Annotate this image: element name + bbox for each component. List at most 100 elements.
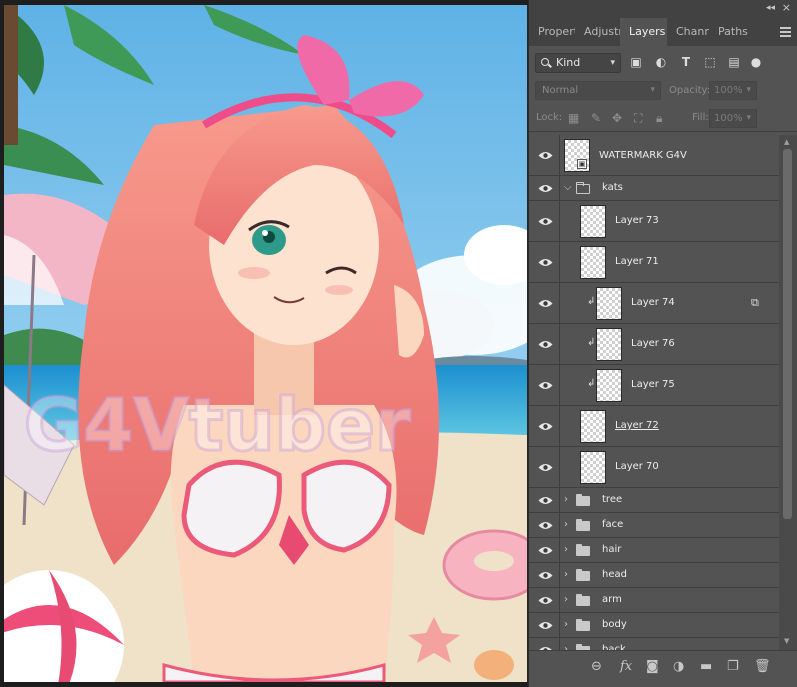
tab-paths[interactable]: Paths	[709, 18, 749, 46]
visibility-divider	[559, 613, 560, 637]
visibility-eye-icon[interactable]	[538, 340, 553, 349]
layer-name: Layer 72	[615, 420, 659, 431]
fill-value: 100%	[714, 113, 743, 124]
document-canvas[interactable]: G4Vtuber	[4, 5, 527, 682]
tab-properties[interactable]: Propert	[529, 18, 575, 46]
close-panel-icon[interactable]: ×	[782, 2, 791, 14]
chevron-right-icon[interactable]: ›	[564, 544, 568, 555]
visibility-eye-icon[interactable]	[538, 217, 553, 226]
tab-channels[interactable]: Channe	[667, 18, 709, 46]
layer-style-icon[interactable]: fx	[620, 660, 632, 674]
scroll-thumb[interactable]	[783, 149, 792, 519]
visibility-eye-icon[interactable]	[538, 496, 553, 505]
lock-image-pixels-icon[interactable]: ✎	[591, 111, 601, 125]
visibility-divider	[559, 638, 560, 650]
layer-row[interactable]: › head	[529, 563, 779, 588]
layer-name: Layer 73	[615, 215, 659, 226]
artwork: G4Vtuber	[4, 5, 527, 682]
visibility-eye-icon[interactable]	[538, 546, 553, 555]
layer-row[interactable]: ↲ Layer 75	[529, 365, 779, 406]
visibility-eye-icon[interactable]	[538, 422, 553, 431]
layer-row[interactable]: › face	[529, 513, 779, 538]
tab-adjustments[interactable]: Adjustn	[575, 18, 620, 46]
opacity-label: Opacity:	[669, 85, 711, 96]
layer-row[interactable]: › hair	[529, 538, 779, 563]
opacity-input[interactable]: 100% ▾	[709, 81, 757, 100]
blend-mode-select[interactable]: Normal ▾	[535, 81, 661, 100]
filter-kind-label: Kind	[556, 56, 581, 69]
visibility-divider	[559, 135, 560, 175]
layer-row[interactable]: ▣ WATERMARK G4V	[529, 135, 779, 176]
folder-icon	[576, 569, 590, 581]
shape-filter-icon[interactable]: ⬚	[703, 55, 717, 69]
tab-layers[interactable]: Layers	[620, 18, 667, 46]
layer-row[interactable]: › body	[529, 613, 779, 638]
link-layers-icon[interactable]: ⊖	[591, 660, 602, 674]
visibility-eye-icon[interactable]	[538, 521, 553, 530]
layer-row[interactable]: ⌵ kats	[529, 176, 779, 201]
layer-row[interactable]: ↲ ⧉ Layer 74	[529, 283, 779, 324]
filter-toggle-icon[interactable]: ●	[749, 55, 763, 69]
layer-thumbnail	[580, 451, 606, 484]
folder-icon	[576, 519, 590, 531]
chevron-down-icon: ▾	[746, 85, 751, 95]
type-filter-icon[interactable]: T	[679, 55, 693, 69]
chevron-right-icon[interactable]: ›	[564, 519, 568, 530]
visibility-eye-icon[interactable]	[538, 621, 553, 630]
layer-row[interactable]: Layer 73	[529, 201, 779, 242]
visibility-eye-icon[interactable]	[538, 184, 553, 193]
layer-row[interactable]: ↲ Layer 76	[529, 324, 779, 365]
lock-transparent-pixels-icon[interactable]: ▦	[568, 111, 579, 125]
folder-icon	[576, 619, 590, 631]
layer-row[interactable]: › back	[529, 638, 779, 650]
chevron-right-icon[interactable]: ›	[564, 619, 568, 630]
collapse-panel-icon[interactable]: ◂◂	[766, 3, 775, 13]
clipping-arrow-icon: ↲	[587, 337, 596, 348]
layer-row[interactable]: Layer 70	[529, 447, 779, 488]
visibility-eye-icon[interactable]	[538, 381, 553, 390]
visibility-eye-icon[interactable]	[538, 299, 553, 308]
layer-name: tree	[602, 494, 623, 505]
adjustment-filter-icon[interactable]: ◐	[654, 55, 668, 69]
visibility-eye-icon[interactable]	[538, 151, 553, 160]
panel-menu-icon[interactable]	[780, 27, 791, 37]
new-group-icon[interactable]: ▬	[700, 660, 712, 674]
smart-object-filter-icon[interactable]: ▤	[727, 55, 741, 69]
lock-position-icon[interactable]: ✥	[612, 111, 622, 125]
layer-name: body	[602, 619, 627, 630]
lock-artboard-icon[interactable]: ⛶	[634, 111, 642, 125]
lock-row: Lock: ▦ ✎ ✥ ⛶ 🔒︎ Fill: 100% ▾	[529, 104, 797, 132]
pixel-filter-icon[interactable]: ▣	[629, 55, 643, 69]
visibility-eye-icon[interactable]	[538, 258, 553, 267]
layer-row[interactable]: › tree	[529, 488, 779, 513]
add-mask-icon[interactable]: ◙	[646, 660, 659, 674]
layer-list[interactable]: ▣ WATERMARK G4V ⌵ kats Layer 73 Layer 71 ↲ ⧉ Lay…	[529, 135, 779, 650]
delete-layer-icon[interactable]: 🗑︎	[754, 660, 771, 674]
scroll-down-icon[interactable]: ▼	[784, 637, 789, 645]
chevron-right-icon[interactable]: ›	[564, 494, 568, 505]
chevron-right-icon[interactable]: ›	[564, 594, 568, 605]
layer-list-scrollbar[interactable]: ▲ ▼	[779, 135, 797, 650]
layer-thumbnail	[580, 246, 606, 279]
chevron-right-icon[interactable]: ›	[564, 569, 568, 580]
visibility-eye-icon[interactable]	[538, 571, 553, 580]
visibility-divider	[559, 513, 560, 537]
layer-row[interactable]: Layer 71	[529, 242, 779, 283]
layer-row[interactable]: › arm	[529, 588, 779, 613]
adjustment-layer-icon[interactable]: ◑	[673, 660, 684, 674]
visibility-divider	[559, 563, 560, 587]
visibility-eye-icon[interactable]	[538, 463, 553, 472]
layer-effects-badge-icon[interactable]: ⧉	[751, 296, 759, 310]
layer-name: face	[602, 519, 624, 530]
chevron-down-icon: ▾	[610, 58, 615, 68]
filter-kind-select[interactable]: Kind ▾	[535, 53, 621, 73]
new-layer-icon[interactable]: ❐	[727, 660, 739, 674]
scroll-up-icon[interactable]: ▲	[784, 138, 789, 146]
layer-thumbnail	[580, 205, 606, 238]
visibility-eye-icon[interactable]	[538, 596, 553, 605]
lock-all-icon[interactable]: 🔒︎	[656, 111, 662, 125]
fill-input[interactable]: 100% ▾	[709, 109, 757, 128]
layer-row[interactable]: Layer 72	[529, 406, 779, 447]
chevron-down-icon[interactable]: ⌵	[564, 182, 572, 193]
fill-label: Fill:	[692, 112, 709, 123]
